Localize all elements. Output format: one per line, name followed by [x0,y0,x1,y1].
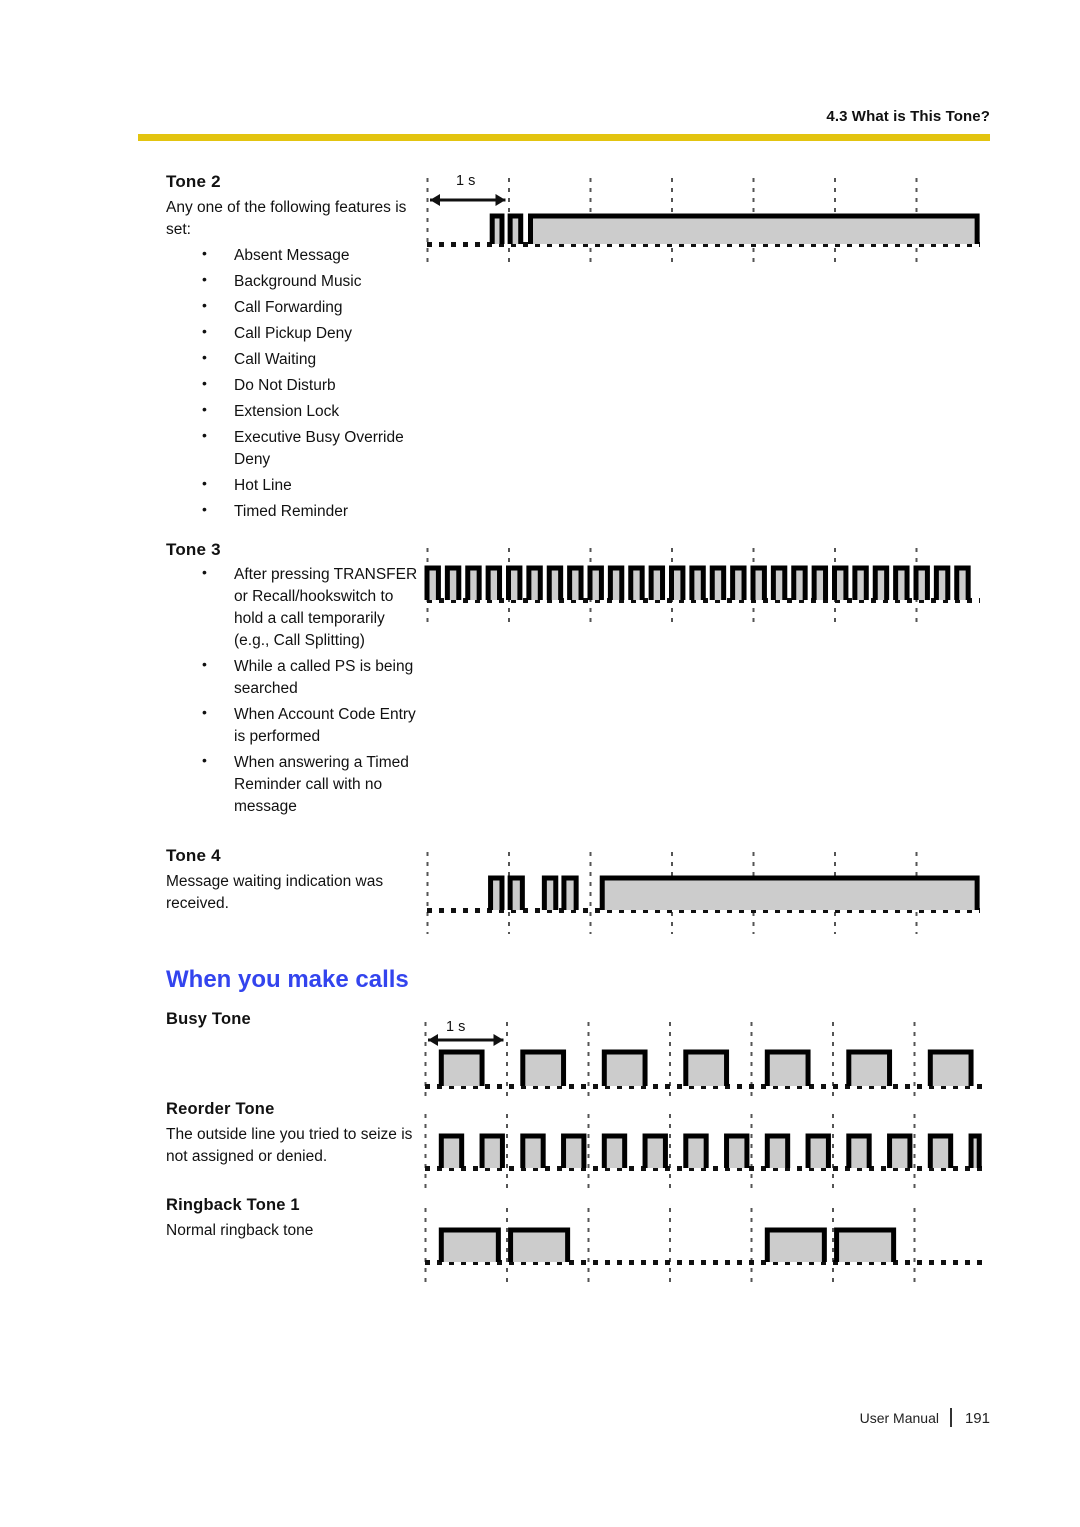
list-item: Hot Line [166,474,418,497]
ringback-tone-waveform-diagram [415,1208,983,1286]
tone-3-waveform-diagram [420,548,980,628]
tone-2-feature-list: Absent Message Background Music Call For… [166,244,418,523]
footer-divider [949,1408,952,1427]
list-item: Absent Message [166,244,418,267]
tone-4-waveform-diagram [420,848,980,938]
list-item: When answering a Timed Reminder call wit… [166,751,418,818]
make-calls-heading-block: When you make calls [166,966,466,994]
list-item: Call Pickup Deny [166,322,418,345]
manual-page: 4.3 What is This Tone? Tone 2 Any one of… [0,0,1080,1527]
tone-3-feature-list: After pressing TRANSFER or Recall/hooksw… [166,563,418,818]
ringback-tone-text-block: Ringback Tone 1 Normal ringback tone [166,1196,438,1242]
reorder-tone-title: Reorder Tone [166,1100,275,1118]
reorder-tone-desc: The outside line you tried to seize is n… [166,1126,413,1165]
footer-page-number: 191 [964,1410,990,1427]
tone-4-intro: Message waiting indication was received. [166,873,384,912]
tone-2-title: Tone 2 [166,172,221,191]
tone-2-scale-label: 1 s [456,173,476,189]
list-item: While a called PS is being searched [166,655,418,700]
page-header-section-label: 4.3 What is This Tone? [826,108,990,125]
tone-2-intro: Any one of the following features is set… [166,199,407,238]
section-heading-make-calls: When you make calls [166,966,409,993]
ringback-tone-desc: Normal ringback tone [166,1222,314,1239]
list-item: When Account Code Entry is performed [166,703,418,748]
header-rule [138,134,990,141]
ringback-tone-title: Ringback Tone 1 [166,1196,300,1214]
list-item: Background Music [166,270,418,293]
list-item: Call Forwarding [166,296,418,319]
tone-2-waveform-diagram [420,172,980,272]
list-item: After pressing TRANSFER or Recall/hooksw… [166,563,418,652]
busy-tone-scale-label: 1 s [446,1019,466,1035]
tone-4-text-block: Tone 4 Message waiting indication was re… [166,846,418,915]
list-item: Timed Reminder [166,500,418,523]
busy-tone-waveform-diagram [415,1018,983,1103]
tone-2-text-block: Tone 2 Any one of the following features… [166,172,418,523]
tone-3-title: Tone 3 [166,540,221,559]
reorder-tone-waveform-diagram [415,1114,983,1192]
list-item: Do Not Disturb [166,374,418,397]
footer-manual-label: User Manual [859,1410,939,1426]
list-item: Extension Lock [166,400,418,423]
reorder-tone-text-block: Reorder Tone The outside line you tried … [166,1100,438,1168]
busy-tone-text-block: Busy Tone [166,1010,436,1029]
page-footer: User Manual 191 [0,1408,990,1427]
list-item: Executive Busy Override Deny [166,426,418,471]
busy-tone-title: Busy Tone [166,1010,251,1028]
tone-3-text-block: Tone 3 After pressing TRANSFER or Recall… [166,540,418,818]
list-item: Call Waiting [166,348,418,371]
tone-4-title: Tone 4 [166,846,221,865]
